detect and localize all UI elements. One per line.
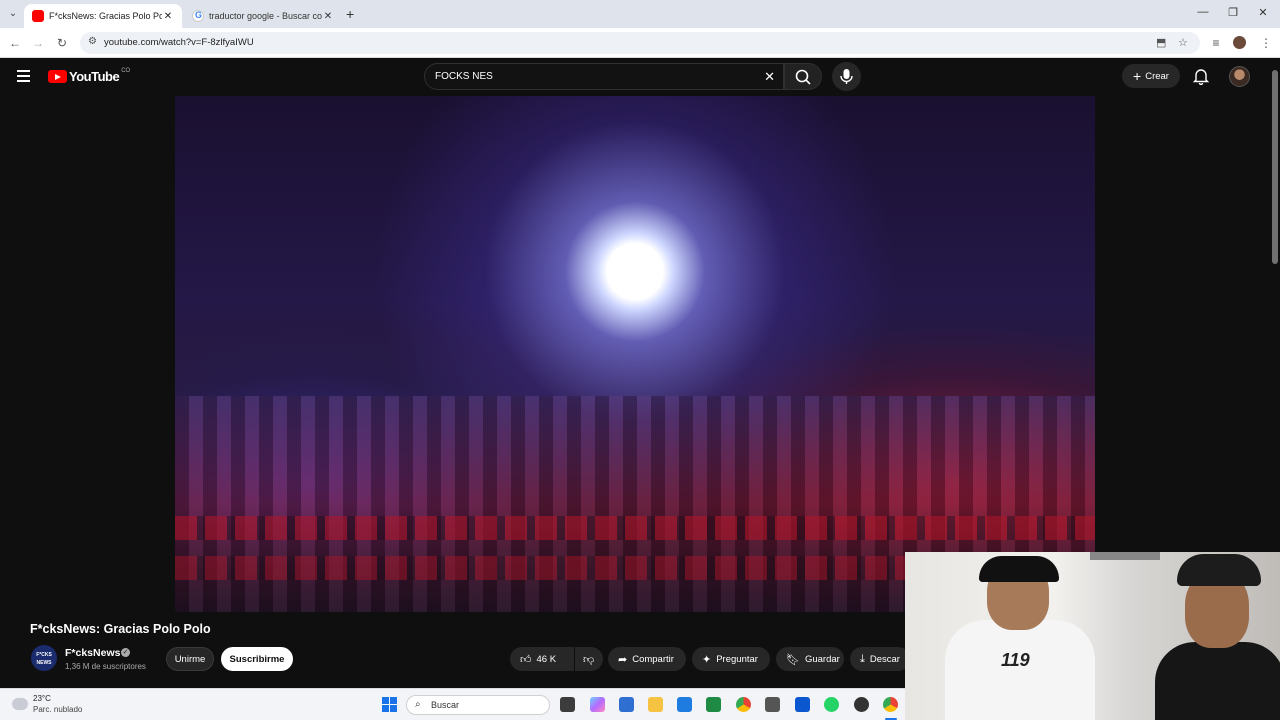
thumbs-down-icon: 👎︎ bbox=[583, 653, 595, 666]
subscriber-count: 1,36 M de suscriptores bbox=[65, 662, 146, 671]
plus-icon: + bbox=[1133, 68, 1142, 84]
new-tab-plus-icon[interactable]: + bbox=[346, 6, 354, 22]
widgets-icon[interactable] bbox=[619, 697, 634, 712]
youtube-play-icon bbox=[48, 70, 67, 83]
thumbs-up-icon: 👍︎ bbox=[520, 653, 532, 666]
search-button[interactable] bbox=[784, 63, 822, 90]
webcam-overlay: 119 bbox=[905, 552, 1280, 720]
save-label: Guardar bbox=[804, 653, 840, 665]
clear-search-icon[interactable]: ✕ bbox=[764, 69, 775, 85]
bookmark-star-icon[interactable]: ☆ bbox=[1178, 36, 1188, 49]
verified-check-icon: ✓ bbox=[121, 648, 130, 657]
outlook-icon[interactable] bbox=[677, 697, 692, 712]
kebab-menu-icon[interactable]: ⋮ bbox=[1258, 35, 1274, 51]
app-dark-icon[interactable] bbox=[854, 697, 869, 712]
country-code: CO bbox=[121, 67, 131, 74]
search-icon: ⌕ bbox=[415, 699, 421, 710]
like-count: 46 K bbox=[536, 653, 557, 665]
reload-icon[interactable]: ↻ bbox=[54, 35, 70, 51]
share-button[interactable]: ➦ Compartir bbox=[608, 647, 686, 671]
tab-search-chevron-icon[interactable]: ⌄ bbox=[6, 7, 20, 21]
browser-tab-strip: ⌄ F*cksNews: Gracias Polo Polo - ✕ tradu… bbox=[0, 0, 1280, 28]
subscribe-button[interactable]: Suscribirme bbox=[221, 647, 293, 671]
tab-google[interactable]: traductor google - Buscar con G ✕ bbox=[184, 4, 342, 28]
reading-list-icon[interactable]: ≡ bbox=[1208, 35, 1224, 51]
youtube-favicon-icon bbox=[32, 10, 44, 22]
join-button[interactable]: Unirme bbox=[166, 647, 214, 671]
video-title: F*cksNews: Gracias Polo Polo bbox=[30, 622, 211, 636]
download-label: Descar bbox=[869, 653, 900, 665]
share-arrow-icon: ➦ bbox=[618, 653, 628, 666]
channel-avatar[interactable]: F*CKS NEWS bbox=[31, 645, 57, 671]
create-label: Crear bbox=[1145, 70, 1169, 82]
notifications-bell-icon[interactable] bbox=[1192, 67, 1210, 85]
back-arrow-icon[interactable]: ← bbox=[7, 35, 23, 51]
taskbar-search-box[interactable]: ⌕ Buscar bbox=[406, 695, 550, 715]
shirt-logo: 119 bbox=[1001, 650, 1030, 670]
app-3d-icon[interactable] bbox=[765, 697, 780, 712]
editor-app-icon[interactable] bbox=[795, 697, 810, 712]
tab-title: F*cksNews: Gracias Polo Polo - bbox=[49, 11, 162, 21]
sparkle-icon: ✦ bbox=[702, 653, 712, 666]
background-shelf bbox=[1090, 552, 1160, 560]
search-icon bbox=[795, 69, 811, 85]
copilot-icon[interactable] bbox=[590, 697, 605, 712]
share-label: Compartir bbox=[632, 653, 674, 665]
search-query: FOCKS NES bbox=[435, 71, 493, 82]
partly-cloudy-icon[interactable] bbox=[9, 694, 28, 710]
account-avatar[interactable] bbox=[1229, 66, 1250, 87]
streamer-right bbox=[1155, 552, 1280, 720]
tab-youtube[interactable]: F*cksNews: Gracias Polo Polo - ✕ bbox=[24, 4, 182, 28]
forward-arrow-icon[interactable]: → bbox=[30, 35, 46, 51]
close-tab-icon[interactable]: ✕ bbox=[162, 11, 174, 22]
save-button[interactable]: 🔖︎ Guardar bbox=[776, 647, 844, 671]
download-icon: ⤓ bbox=[860, 652, 865, 665]
dislike-button[interactable]: 👎︎ bbox=[575, 647, 603, 671]
install-app-icon[interactable]: ⬒ bbox=[1156, 36, 1166, 49]
voice-search-button[interactable] bbox=[832, 62, 861, 91]
profile-avatar-icon[interactable] bbox=[1233, 36, 1246, 49]
bookmark-icon: 🔖︎ bbox=[786, 653, 800, 666]
site-info-icon[interactable]: ⚙ bbox=[88, 36, 97, 47]
ask-button[interactable]: ✦ Preguntar bbox=[692, 647, 770, 671]
download-button[interactable]: ⤓ Descar bbox=[850, 647, 910, 671]
page-scrollbar-thumb[interactable] bbox=[1272, 70, 1278, 264]
hamburger-menu-icon[interactable] bbox=[17, 70, 30, 82]
google-favicon-icon bbox=[192, 10, 204, 22]
taskbar-search-label: Buscar bbox=[431, 700, 460, 710]
like-button[interactable]: 👍︎ 46 K bbox=[510, 647, 574, 671]
ask-label: Preguntar bbox=[716, 653, 758, 665]
create-button[interactable]: + Crear bbox=[1122, 64, 1180, 88]
file-explorer-icon[interactable] bbox=[648, 697, 663, 712]
whatsapp-icon[interactable] bbox=[824, 697, 839, 712]
window-close-icon[interactable]: ✕ bbox=[1256, 6, 1270, 19]
chrome-icon[interactable] bbox=[736, 697, 751, 712]
youtube-logo[interactable]: YouTube CO bbox=[48, 67, 131, 84]
weather-condition[interactable]: Parc. nublado bbox=[33, 705, 82, 714]
tab-title: traductor google - Buscar con G bbox=[209, 11, 322, 21]
youtube-header: YouTube CO FOCKS NES ✕ + Crear bbox=[0, 58, 1280, 96]
logo-wordmark: YouTube bbox=[69, 69, 120, 84]
weather-temperature[interactable]: 23°C bbox=[33, 694, 51, 703]
url-text: youtube.com/watch?v=F-8zlfyaIWU bbox=[104, 37, 254, 48]
restore-icon[interactable]: ❐ bbox=[1226, 6, 1240, 19]
microphone-icon bbox=[840, 69, 853, 84]
excel-icon[interactable] bbox=[706, 697, 721, 712]
browser-toolbar: ← → ↻ ⚙ youtube.com/watch?v=F-8zlfyaIWU … bbox=[0, 28, 1280, 58]
windows-taskbar: 23°C Parc. nublado ⌕ Buscar bbox=[0, 688, 905, 720]
streamer-left: 119 bbox=[945, 556, 1095, 720]
address-bar[interactable]: ⚙ youtube.com/watch?v=F-8zlfyaIWU ⬒ ☆ bbox=[80, 32, 1200, 54]
channel-name[interactable]: F*cksNews bbox=[65, 647, 120, 659]
search-input[interactable]: FOCKS NES ✕ bbox=[424, 63, 784, 90]
task-view-icon[interactable] bbox=[560, 697, 575, 712]
minimize-icon[interactable]: — bbox=[1196, 6, 1210, 18]
close-tab-icon[interactable]: ✕ bbox=[322, 11, 334, 22]
windows-start-icon[interactable] bbox=[382, 697, 397, 712]
video-player[interactable] bbox=[175, 96, 1095, 612]
chrome-active-icon[interactable] bbox=[883, 697, 898, 712]
